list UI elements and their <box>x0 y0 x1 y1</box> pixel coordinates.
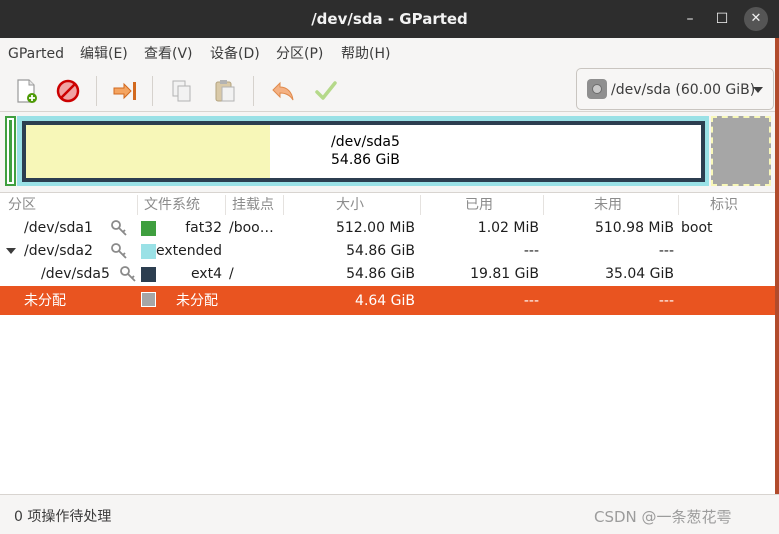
unused: 510.98 MiB <box>594 220 674 236</box>
key-icon <box>111 243 127 259</box>
size: 512.00 MiB <box>335 220 415 236</box>
window-title: /dev/sda - GParted <box>311 10 468 28</box>
viz-partition-sda5[interactable]: /dev/sda5 54.86 GiB <box>22 121 705 182</box>
header-separator <box>225 195 226 215</box>
partition-name: /dev/sda2 <box>24 243 93 259</box>
partition-name: /dev/sda1 <box>24 220 93 236</box>
viz-unallocated[interactable] <box>711 116 771 186</box>
key-icon <box>111 220 127 236</box>
filesystem-color-swatch <box>141 292 156 307</box>
column-header-filesystem[interactable]: 文件系统 <box>144 193 200 217</box>
column-header-partition[interactable]: 分区 <box>8 193 36 217</box>
menu-device[interactable]: 设备(D) <box>210 38 260 70</box>
title-bar: /dev/sda - GParted – ☐ ✕ <box>0 0 779 38</box>
minimize-icon[interactable]: – <box>679 8 701 30</box>
toolbar-separator <box>96 76 97 106</box>
pending-operations: 0 项操作待处理 <box>14 509 112 525</box>
watermark: CSDN @一条葱花雩 <box>594 508 732 526</box>
header-separator <box>137 195 138 215</box>
expander-icon[interactable] <box>6 248 16 254</box>
column-header-flags[interactable]: 标识 <box>710 193 738 217</box>
resize-move-icon[interactable] <box>112 78 138 104</box>
device-selector[interactable]: /dev/sda (60.00 GiB) <box>576 68 774 110</box>
used: 19.81 GiB <box>470 266 539 282</box>
viz-partition-sda1[interactable] <box>5 116 16 186</box>
column-header-used[interactable]: 已用 <box>465 193 493 217</box>
filesystem-color-swatch <box>141 267 156 282</box>
paste-icon[interactable] <box>212 78 238 104</box>
header-separator <box>543 195 544 215</box>
column-header-unused[interactable]: 未用 <box>594 193 622 217</box>
column-header-size[interactable]: 大小 <box>336 193 364 217</box>
delete-partition-icon[interactable] <box>55 78 81 104</box>
header-separator <box>420 195 421 215</box>
filesystem: fat32 <box>185 220 222 236</box>
menu-gparted[interactable]: GParted <box>8 38 64 70</box>
viz-partition-name: /dev/sda5 <box>331 134 400 150</box>
menu-edit[interactable]: 编辑(E) <box>80 38 128 70</box>
viz-partition-label: /dev/sda5 54.86 GiB <box>331 133 400 169</box>
header-separator <box>678 195 679 215</box>
hard-disk-icon <box>587 79 607 99</box>
menu-partition[interactable]: 分区(P) <box>276 38 323 70</box>
toolbar-separator <box>253 76 254 106</box>
filesystem: 未分配 <box>176 293 218 309</box>
maximize-icon[interactable]: ☐ <box>711 8 733 30</box>
filesystem: ext4 <box>190 266 222 282</box>
header-separator <box>283 195 284 215</box>
new-partition-icon[interactable] <box>13 78 39 104</box>
size: 4.64 GiB <box>355 293 415 309</box>
size: 54.86 GiB <box>346 243 415 259</box>
column-header-mountpoint[interactable]: 挂载点 <box>232 193 274 217</box>
viz-used-space <box>26 125 270 178</box>
menu-help[interactable]: 帮助(H) <box>341 38 390 70</box>
key-icon <box>120 266 136 282</box>
apply-icon[interactable] <box>313 78 339 104</box>
mountpoint: /boo… <box>229 220 274 236</box>
copy-icon[interactable] <box>169 78 195 104</box>
size: 54.86 GiB <box>346 266 415 282</box>
unused: 35.04 GiB <box>605 266 674 282</box>
menu-view[interactable]: 查看(V) <box>144 38 193 70</box>
partition-name: 未分配 <box>24 293 66 309</box>
unused: --- <box>658 243 674 259</box>
partition-name: /dev/sda5 <box>41 266 110 282</box>
used: 1.02 MiB <box>477 220 539 236</box>
unused: --- <box>658 293 674 309</box>
used: --- <box>523 243 539 259</box>
filesystem: extended <box>155 243 222 259</box>
mountpoint: / <box>229 266 234 282</box>
toolbar-separator <box>152 76 153 106</box>
menu-bar: GParted 编辑(E) 查看(V) 设备(D) 分区(P) 帮助(H) <box>0 38 779 70</box>
filesystem-color-swatch <box>141 221 156 236</box>
status-bar: 0 项操作待处理 CSDN @一条葱花雩 <box>0 494 779 534</box>
chevron-down-icon <box>753 87 763 93</box>
window-edge <box>775 38 779 534</box>
device-selector-label: /dev/sda (60.00 GiB) <box>611 82 756 98</box>
flags: boot <box>681 220 713 236</box>
viz-partition-size: 54.86 GiB <box>331 152 400 168</box>
undo-icon[interactable] <box>270 78 296 104</box>
used: --- <box>523 293 539 309</box>
close-icon[interactable]: ✕ <box>744 7 768 31</box>
